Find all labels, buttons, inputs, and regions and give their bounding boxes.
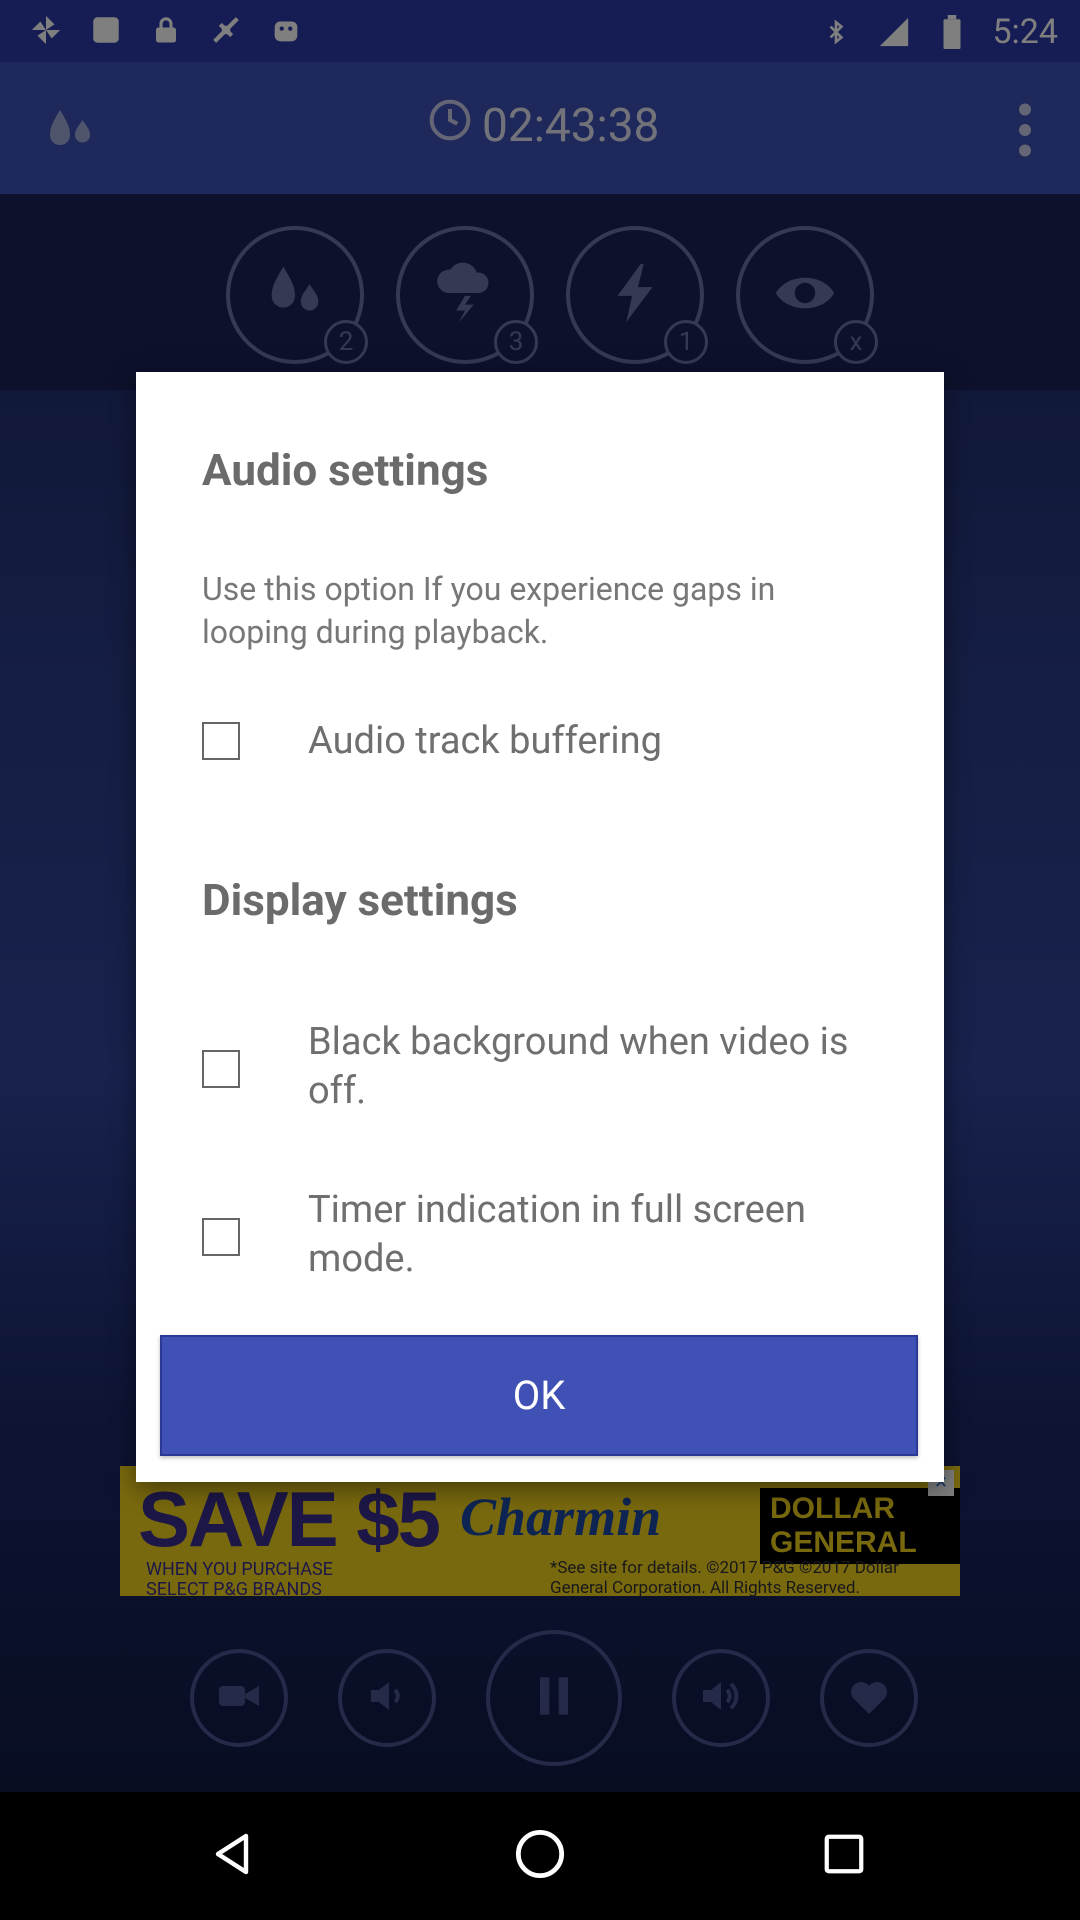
audio-settings-title: Audio settings — [202, 444, 489, 496]
option-timer-indication[interactable]: Timer indication in full screen mode. — [202, 1188, 892, 1302]
option-label: Timer indication in full screen mode. — [308, 1188, 806, 1281]
ok-button[interactable]: OK — [160, 1335, 918, 1456]
home-icon — [514, 1828, 566, 1884]
option-black-background[interactable]: Black background when video is off. — [202, 1020, 892, 1132]
option-audio-track-buffering[interactable]: Audio track buffering — [202, 719, 892, 780]
option-label: Audio track buffering — [308, 719, 662, 763]
back-button[interactable] — [200, 1822, 268, 1890]
black-background-checkbox[interactable] — [202, 1050, 240, 1088]
navigation-bar — [0, 1792, 1080, 1920]
home-button[interactable] — [506, 1822, 574, 1890]
settings-dialog: Audio settings Use this option If you ex… — [136, 372, 944, 1482]
recents-button[interactable] — [810, 1822, 878, 1890]
timer-indication-checkbox[interactable] — [202, 1218, 240, 1256]
audio-track-buffering-checkbox[interactable] — [202, 722, 240, 760]
recents-icon — [821, 1831, 867, 1881]
audio-settings-description: Use this option If you experience gaps i… — [202, 570, 776, 651]
back-icon — [210, 1830, 258, 1882]
display-settings-title: Display settings — [202, 874, 518, 926]
option-label: Black background when video is off. — [308, 1020, 849, 1113]
